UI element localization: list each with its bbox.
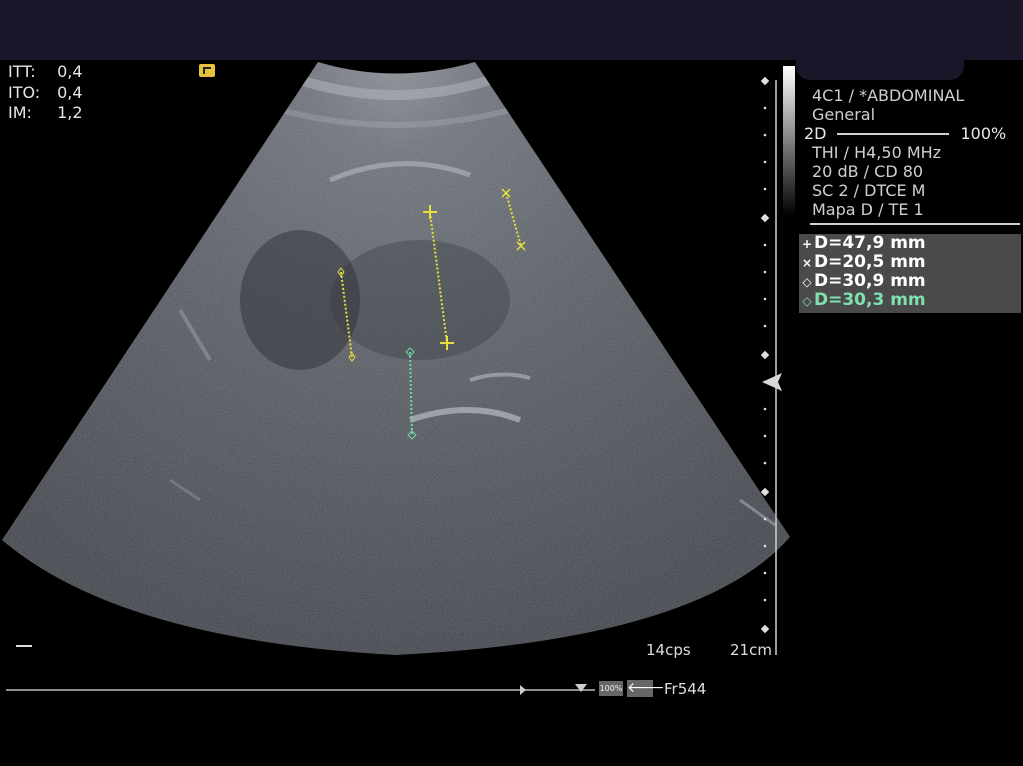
map-setting: Mapa D / TE 1: [812, 200, 924, 219]
mode-percent: 100%: [960, 124, 1007, 143]
mode-slider[interactable]: [836, 132, 949, 135]
measurement-3[interactable]: ◇ D=30,9 mm: [799, 272, 1021, 291]
minus-icon: [16, 645, 32, 647]
measurement-results: + D=47,9 mm × D=20,5 mm ◇ D=30,9 mm ◇ D=30,3…: [799, 234, 1021, 313]
measurement-2[interactable]: × D=20,5 mm: [799, 253, 1021, 272]
measurement-4-value: D=30,3 mm: [814, 290, 926, 310]
frame-rate: 14cps: [646, 641, 691, 659]
caliper-diamond-icon: ◇: [802, 275, 812, 289]
caliper-diamond-icon: ◇: [802, 294, 812, 308]
measurement-4[interactable]: ◇ D=30,3 mm: [799, 291, 1021, 310]
harmonic-freq: THI / H4,50 MHz: [812, 143, 942, 162]
mode-label: 2D: [804, 124, 827, 143]
measurement-2-value: D=20,5 mm: [814, 252, 926, 272]
probe-application: General: [812, 105, 876, 124]
back-arrow-button[interactable]: 🡐: [627, 680, 665, 697]
focus-marker-icon[interactable]: [762, 373, 782, 391]
cine-scrollbar[interactable]: [6, 684, 595, 695]
depth-scale: [760, 76, 777, 655]
grayscale-bar: [783, 66, 795, 216]
compound-setting: SC 2 / DTCE M: [812, 181, 926, 200]
probe-preset: 4C1 / *ABDOMINAL: [812, 86, 965, 105]
caliper-cross-icon: ×: [801, 256, 813, 270]
measurement-1[interactable]: + D=47,9 mm: [799, 234, 1021, 253]
mode-row: 2D 100%: [802, 124, 1020, 143]
depth-readout: 21cm: [730, 641, 772, 659]
panel-divider: [810, 223, 1020, 225]
probe-settings-panel: 4C1 / *ABDOMINAL General 2D 100% THI / H…: [802, 86, 1020, 225]
measurement-1-value: D=47,9 mm: [814, 233, 926, 253]
measurement-3-value: D=30,9 mm: [814, 271, 926, 291]
caliper-plus-icon: +: [801, 237, 813, 251]
dynamic-range: 20 dB / CD 80: [812, 162, 924, 181]
zoom-badge[interactable]: 100%: [599, 681, 623, 696]
frame-number: Fr544: [664, 680, 707, 698]
